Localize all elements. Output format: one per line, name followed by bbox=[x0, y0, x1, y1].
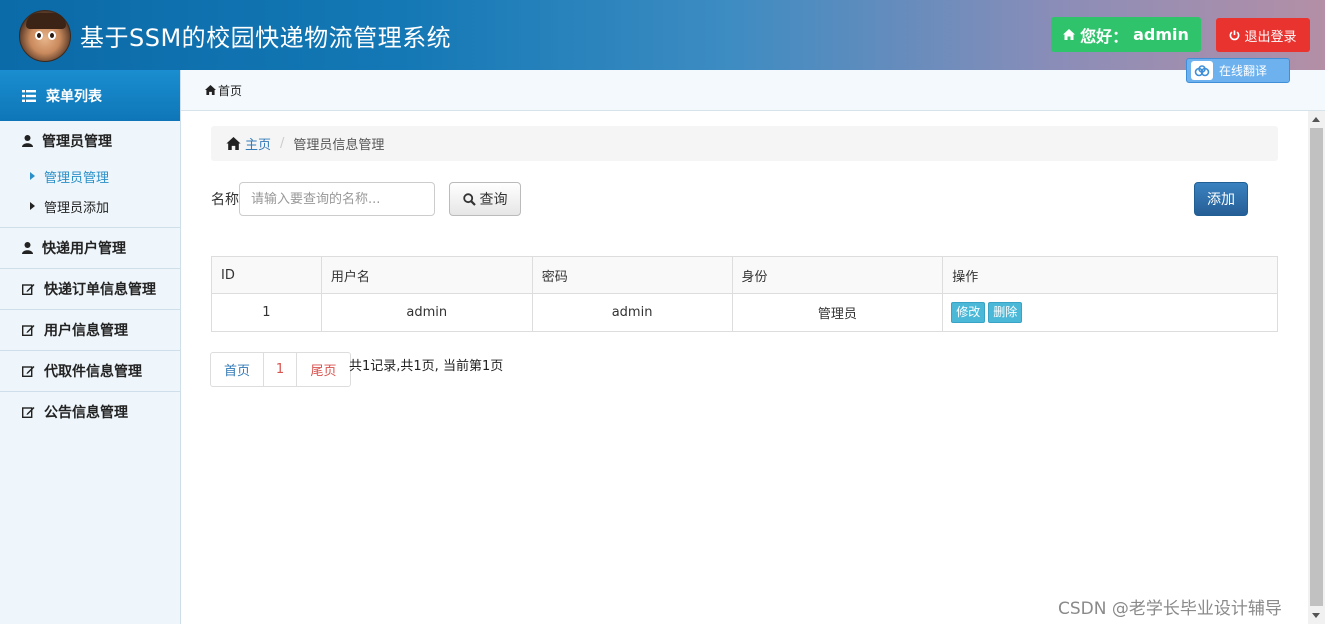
sidebar-group-label: 快递订单信息管理 bbox=[44, 282, 156, 298]
pagination: 首页 1 尾页 bbox=[210, 352, 351, 387]
vertical-scrollbar[interactable] bbox=[1308, 111, 1325, 624]
table-row: 1 admin admin 管理员 修改 删除 bbox=[211, 293, 1278, 332]
sidebar-group-label: 用户信息管理 bbox=[44, 323, 128, 339]
sidebar-group-pickup: 代取件信息管理 bbox=[0, 351, 180, 392]
sidebar-item-admin-management[interactable]: 管理员管理 bbox=[0, 121, 180, 161]
sidebar-subitem-label: 管理员管理 bbox=[44, 170, 110, 186]
sidebar-subitem-admin-add[interactable]: 管理员添加 bbox=[0, 191, 180, 221]
cell-password: admin bbox=[531, 293, 733, 332]
user-icon bbox=[22, 242, 33, 254]
edit-icon bbox=[22, 325, 35, 336]
pagination-first[interactable]: 首页 bbox=[211, 353, 264, 386]
logo-avatar bbox=[19, 10, 71, 62]
query-label: 查询 bbox=[479, 192, 508, 208]
power-icon bbox=[1230, 29, 1240, 40]
sidebar-item-notice[interactable]: 公告信息管理 bbox=[0, 392, 180, 432]
pagination-last[interactable]: 尾页 bbox=[297, 353, 350, 386]
add-button[interactable]: 添加 bbox=[1194, 182, 1248, 216]
edit-icon bbox=[22, 407, 35, 418]
topbar-home-link[interactable]: 首页 bbox=[218, 82, 242, 99]
sidebar-subitem-label: 管理员添加 bbox=[44, 200, 110, 216]
cell-actions: 修改 删除 bbox=[942, 293, 1278, 332]
user-greeting-button[interactable]: 您好： admin bbox=[1051, 17, 1201, 52]
sidebar-subitem-admin-list[interactable]: 管理员管理 bbox=[0, 161, 180, 191]
pagination-info: 共1记录,共1页, 当前第1页 bbox=[349, 359, 504, 374]
column-header: ID bbox=[211, 256, 322, 294]
app-header: 基于SSM的校园快递物流管理系统 您好： admin 退出登录 bbox=[0, 0, 1325, 70]
caret-right-icon bbox=[30, 172, 35, 180]
edit-icon bbox=[22, 284, 35, 295]
scroll-up-arrow-icon[interactable] bbox=[1312, 117, 1320, 122]
cell-username: admin bbox=[320, 293, 533, 332]
translate-label: 在线翻译 bbox=[1219, 64, 1268, 78]
sidebar-group-notice: 公告信息管理 bbox=[0, 392, 180, 432]
column-header: 用户名 bbox=[320, 256, 533, 294]
sidebar-item-pickup[interactable]: 代取件信息管理 bbox=[0, 351, 180, 391]
pagination-page[interactable]: 1 bbox=[264, 353, 297, 386]
greeting-text: 您好： bbox=[1080, 26, 1129, 46]
translate-button[interactable]: 在线翻译 bbox=[1186, 58, 1290, 83]
logout-label: 退出登录 bbox=[1244, 29, 1297, 45]
scrollbar-thumb[interactable] bbox=[1310, 128, 1323, 606]
search-label: 名称 bbox=[211, 192, 239, 208]
main-content: 主页 / 管理员信息管理 名称 查询 添加 ID 用户名 密码 身份 操作 1 … bbox=[181, 111, 1308, 624]
sidebar-item-orders[interactable]: 快递订单信息管理 bbox=[0, 269, 180, 309]
query-button[interactable]: 查询 bbox=[449, 182, 521, 216]
home-icon bbox=[226, 137, 241, 150]
sidebar-group-label: 管理员管理 bbox=[42, 134, 112, 150]
scroll-down-arrow-icon[interactable] bbox=[1312, 613, 1320, 618]
app-title: 基于SSM的校园快递物流管理系统 bbox=[80, 24, 452, 52]
breadcrumb-home-link[interactable]: 主页 bbox=[226, 134, 271, 153]
user-icon bbox=[22, 135, 33, 147]
sidebar-group-orders: 快递订单信息管理 bbox=[0, 269, 180, 310]
sidebar: 菜单列表 管理员管理 管理员管理 管理员添加 快递用户管理 快递订单信息管理 用… bbox=[0, 70, 181, 624]
edit-icon bbox=[22, 366, 35, 377]
column-header: 操作 bbox=[942, 256, 1278, 294]
caret-right-icon bbox=[30, 202, 35, 210]
cell-id: 1 bbox=[211, 293, 322, 332]
edit-button[interactable]: 修改 bbox=[951, 302, 986, 323]
content-topbar: 首页 bbox=[181, 70, 1325, 111]
breadcrumb-separator: / bbox=[280, 136, 285, 151]
sidebar-item-user-info[interactable]: 用户信息管理 bbox=[0, 310, 180, 350]
sidebar-item-courier-users[interactable]: 快递用户管理 bbox=[0, 228, 180, 268]
logout-button[interactable]: 退出登录 bbox=[1216, 18, 1310, 52]
home-icon bbox=[1063, 29, 1076, 40]
column-header: 身份 bbox=[731, 256, 944, 294]
list-icon bbox=[22, 89, 36, 102]
watermark: CSDN @老学长毕业设计辅导 bbox=[1058, 599, 1282, 619]
sidebar-menu-title: 菜单列表 bbox=[46, 88, 102, 105]
breadcrumb: 主页 / 管理员信息管理 bbox=[211, 126, 1278, 161]
sidebar-group-label: 公告信息管理 bbox=[44, 405, 128, 421]
sidebar-group-courier-users: 快递用户管理 bbox=[0, 228, 180, 269]
delete-button[interactable]: 删除 bbox=[988, 302, 1023, 323]
username-text: admin bbox=[1133, 25, 1189, 44]
column-header: 密码 bbox=[531, 256, 733, 294]
search-icon bbox=[462, 192, 476, 206]
sidebar-group-admin: 管理员管理 管理员管理 管理员添加 bbox=[0, 121, 180, 228]
sidebar-group-label: 代取件信息管理 bbox=[44, 364, 142, 380]
sidebar-group-label: 快递用户管理 bbox=[42, 241, 126, 257]
home-icon bbox=[205, 85, 216, 95]
search-input[interactable] bbox=[239, 182, 435, 216]
breadcrumb-home-label: 主页 bbox=[245, 138, 272, 153]
table-header-row: ID 用户名 密码 身份 操作 bbox=[211, 256, 1278, 294]
sidebar-menu-header: 菜单列表 bbox=[0, 70, 180, 121]
admin-table: ID 用户名 密码 身份 操作 1 admin admin 管理员 修改 删除 bbox=[211, 256, 1278, 332]
breadcrumb-current: 管理员信息管理 bbox=[293, 138, 385, 153]
sidebar-group-user-info: 用户信息管理 bbox=[0, 310, 180, 351]
cell-role: 管理员 bbox=[731, 293, 944, 332]
baidu-translate-icon bbox=[1191, 61, 1213, 80]
